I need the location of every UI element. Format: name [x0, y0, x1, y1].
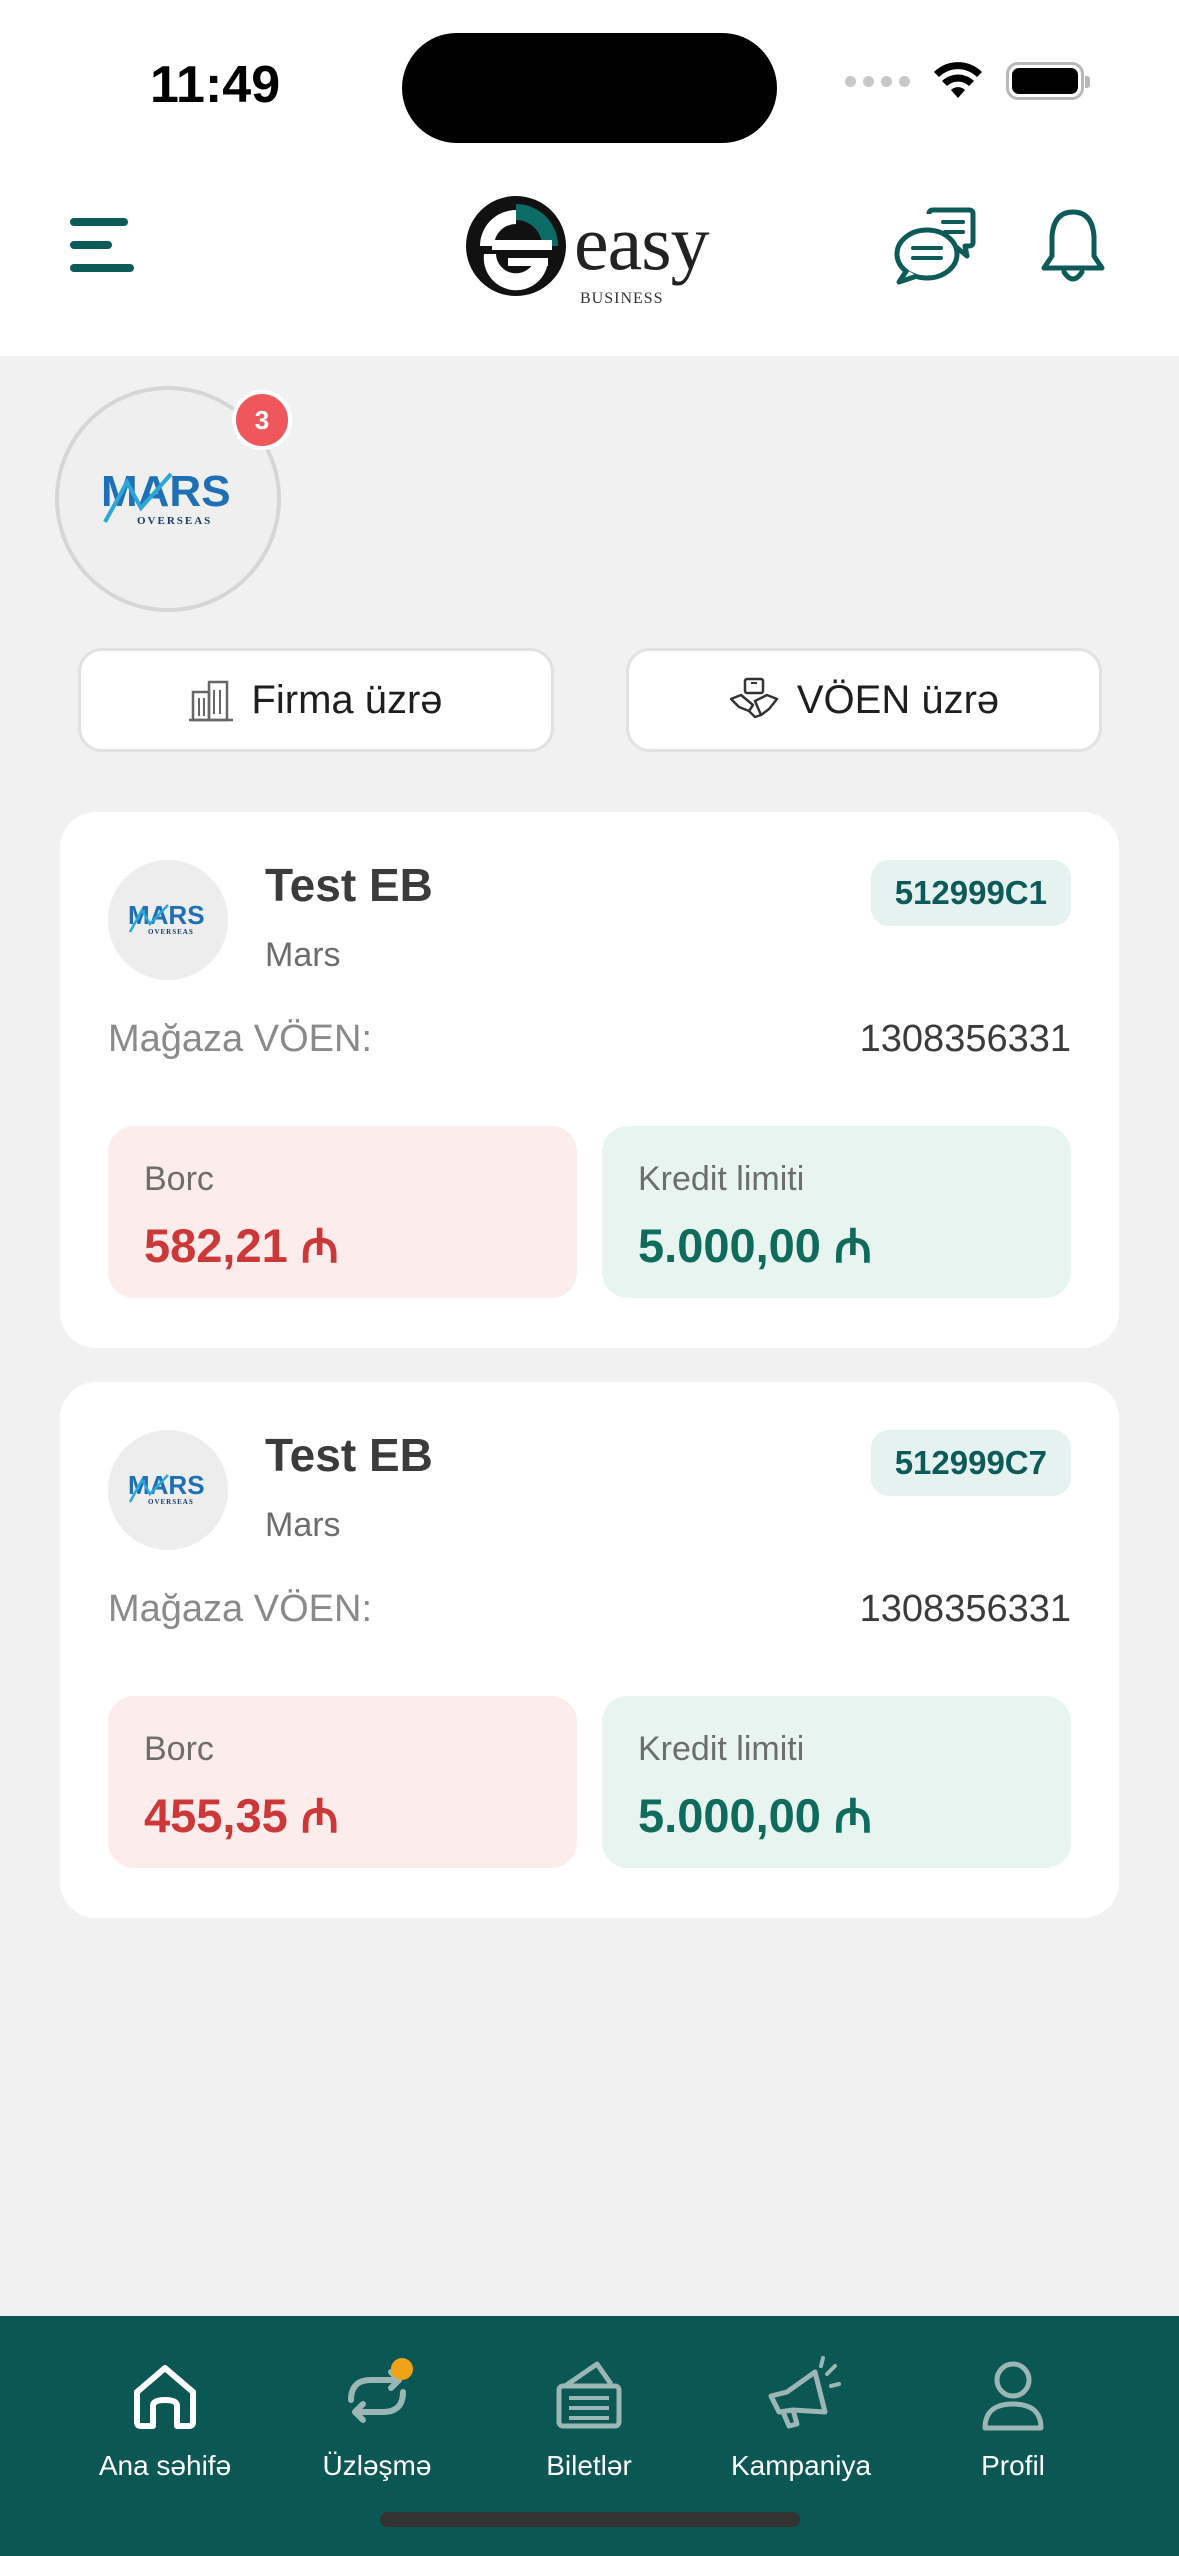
nav-profile-label: Profil [981, 2450, 1045, 2481]
mars-overseas-logo: MARS OVERSEAS [128, 902, 205, 936]
logo-subtitle: BUSINESS [580, 290, 664, 307]
card-merchant-logo: MARS OVERSEAS [108, 1430, 228, 1550]
store-voen-label: Mağaza VÖEN: [108, 1588, 372, 1630]
store-voen-value: 1308356331 [859, 1588, 1071, 1630]
logo-wordmark: easy [574, 199, 710, 286]
debt-value: 582,21 ₼ [144, 1219, 339, 1272]
nav-tickets[interactable]: Biletlər [484, 2316, 694, 2506]
menu-button[interactable] [70, 218, 134, 274]
bell-icon [1041, 209, 1105, 282]
mars-overseas-logo: MARS OVERSEAS [128, 1472, 205, 1506]
nav-campaigns-label: Kampaniya [730, 2450, 872, 2481]
debt-box: Borc 455,35 ₼ [108, 1696, 577, 1868]
filter-by-voen-label: VÖEN üzrə [796, 677, 1000, 722]
credit-limit-box: Kredit limiti 5.000,00 ₼ [602, 1696, 1071, 1868]
nav-profile[interactable]: Profil [908, 2316, 1118, 2506]
debt-box: Borc 582,21 ₼ [108, 1126, 577, 1298]
megaphone-icon [768, 2356, 841, 2429]
store-voen-label: Mağaza VÖEN: [108, 1018, 372, 1060]
notification-count-badge: 3 [232, 390, 292, 450]
wifi-icon [934, 62, 982, 98]
home-icon [134, 2365, 196, 2429]
cellular-signal-icon [845, 75, 910, 87]
svg-text:OVERSEAS: OVERSEAS [137, 515, 212, 527]
card-title: Test EB [265, 1429, 433, 1481]
nav-reconciliation[interactable]: Üzləşmə [272, 2316, 482, 2506]
ticket-icon [556, 2361, 622, 2429]
account-card[interactable]: MARS OVERSEAS Test EB Mars 512999C7 Mağa… [60, 1382, 1119, 1918]
battery-icon [1006, 62, 1090, 100]
mars-overseas-logo: MARS OVERSEAS [101, 468, 231, 527]
dynamic-island [402, 33, 777, 143]
credit-limit-label: Kredit limiti [638, 1730, 805, 1768]
nav-tickets-label: Biletlər [546, 2450, 632, 2481]
building-icon [189, 680, 234, 722]
unread-dot [391, 2358, 413, 2380]
profile-icon [982, 2361, 1044, 2431]
svg-text:OVERSEAS: OVERSEAS [148, 928, 194, 936]
status-icons [845, 62, 1090, 100]
filter-by-voen-button[interactable]: VÖEN üzrə [626, 648, 1102, 752]
debt-label: Borc [144, 1160, 214, 1198]
card-subtitle: Mars [265, 936, 341, 974]
nav-reconciliation-label: Üzləşmə [322, 2450, 432, 2481]
card-subtitle: Mars [265, 1506, 341, 1544]
account-card[interactable]: MARS OVERSEAS Test EB Mars 512999C1 Mağa… [60, 812, 1119, 1348]
debt-label: Borc [144, 1730, 214, 1768]
chat-bubbles-icon [894, 207, 976, 285]
hamburger-menu-icon [70, 218, 128, 226]
credit-limit-value: 5.000,00 ₼ [638, 1789, 873, 1842]
filter-by-company-button[interactable]: Firma üzrə [78, 648, 554, 752]
status-time: 11:49 [150, 56, 281, 114]
logo-mark-icon [466, 196, 566, 296]
easy-business-logo: easy BUSINESS [462, 192, 722, 307]
store-voen-value: 1308356331 [859, 1018, 1071, 1060]
status-bar: 11:49 [0, 0, 1179, 170]
filter-by-company-label: Firma üzrə [251, 677, 443, 722]
nav-campaigns[interactable]: Kampaniya [696, 2316, 906, 2506]
app-header: easy BUSINESS [0, 170, 1179, 356]
home-indicator [380, 2512, 800, 2527]
account-code-badge: 512999C7 [870, 1430, 1071, 1496]
credit-limit-value: 5.000,00 ₼ [638, 1219, 873, 1272]
credit-limit-label: Kredit limiti [638, 1160, 805, 1198]
notifications-button[interactable] [1040, 206, 1106, 286]
nav-home[interactable]: Ana səhifə [60, 2316, 270, 2506]
card-title: Test EB [265, 859, 433, 911]
handshake-briefcase-icon [729, 677, 779, 719]
account-code-badge: 512999C1 [870, 860, 1071, 926]
chat-button[interactable] [893, 206, 977, 286]
svg-text:OVERSEAS: OVERSEAS [148, 1498, 194, 1506]
credit-limit-box: Kredit limiti 5.000,00 ₼ [602, 1126, 1071, 1298]
nav-home-label: Ana səhifə [98, 2450, 232, 2481]
card-merchant-logo: MARS OVERSEAS [108, 860, 228, 980]
debt-value: 455,35 ₼ [144, 1789, 339, 1842]
